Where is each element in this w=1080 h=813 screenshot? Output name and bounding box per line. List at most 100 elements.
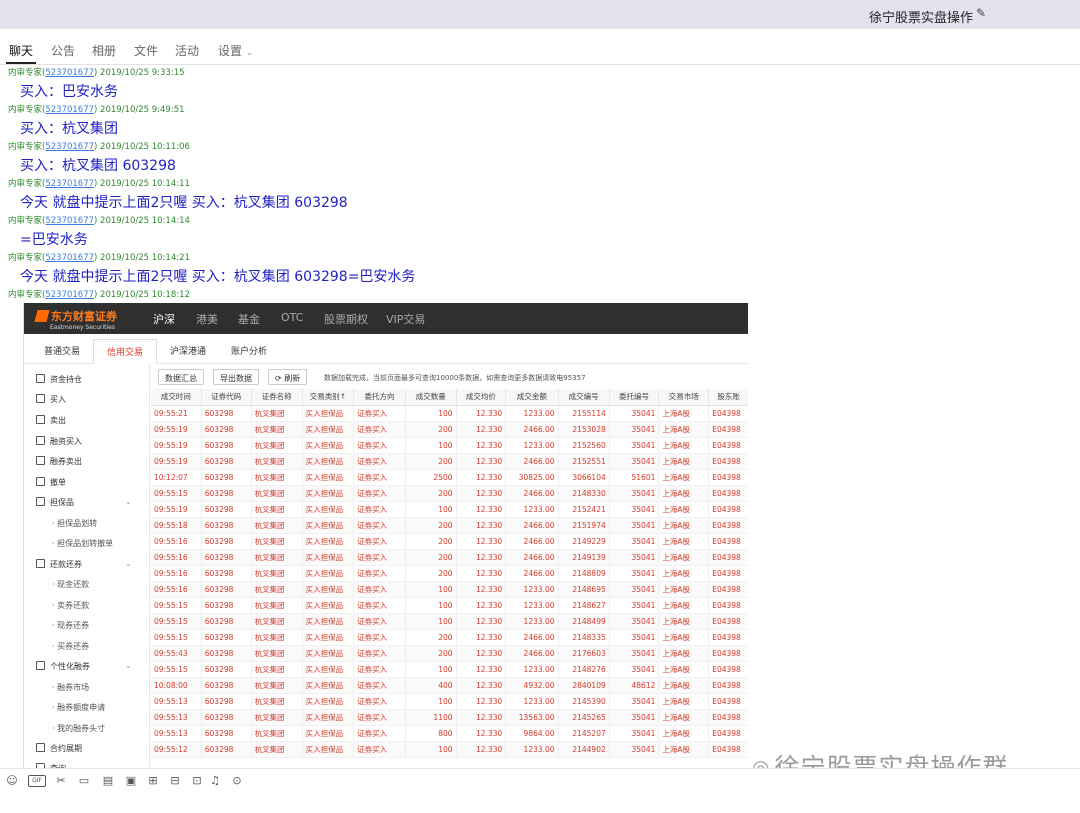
table-cell: 09:55:15	[151, 485, 202, 502]
table-cell: 35041	[609, 693, 660, 710]
more-icon[interactable]: ⊙	[231, 775, 243, 787]
table-cell: 上海A股	[658, 549, 710, 566]
sender-qq-link[interactable]: 523701677	[45, 216, 94, 226]
nav-options: 股票期权	[324, 313, 368, 326]
column-header: 证券名称	[251, 389, 303, 406]
table-cell: 上海A股	[658, 453, 710, 470]
table-cell: 12.330	[456, 565, 507, 582]
table-cell: 证券买入	[353, 629, 406, 646]
sender-qq-link[interactable]: 523701677	[45, 68, 94, 78]
tab-chat[interactable]: 聊天	[9, 42, 33, 59]
tab-settings[interactable]: 设置 ⌄	[218, 42, 253, 59]
table-cell: 603298	[201, 485, 252, 502]
table-cell: 上海A股	[658, 405, 710, 422]
table-cell: 35041	[609, 485, 660, 502]
table-cell: E04398	[708, 501, 748, 518]
smile-icon[interactable]: ☺	[6, 775, 18, 787]
table-cell: 证券买入	[353, 453, 406, 470]
message-meta: 内审专家(523701677) 2019/10/25 10:14:11	[8, 179, 190, 189]
table-cell: 200	[405, 421, 457, 438]
sender-qq-link[interactable]: 523701677	[45, 142, 94, 152]
table-cell: 35041	[609, 741, 660, 758]
edit-pencil-icon[interactable]: ✎	[976, 6, 986, 20]
message-meta: 内审专家(523701677) 2019/10/25 10:11:06	[8, 142, 190, 152]
table-cell: 603298	[201, 437, 252, 454]
table-cell: 证券买入	[353, 581, 406, 598]
gif-icon[interactable]: GIF	[28, 775, 46, 787]
trading-screenshot-image[interactable]: 东方财富证券 Eastmoney Securities 沪深 港美 基金 OTC …	[23, 303, 748, 768]
table-cell: 上海A股	[658, 709, 710, 726]
table-cell: 买入担保品	[302, 549, 355, 566]
side-subitem: · 现券还券	[52, 621, 90, 630]
table-cell: 12.330	[456, 485, 507, 502]
table-cell: 2148499	[558, 613, 610, 630]
table-row: 09:55:13 603298 杭叉集团 买入担保品 证券买入 800 12.330 9864…	[151, 725, 748, 742]
clipboard-icon[interactable]: ⊡	[191, 775, 203, 787]
margin-buy-icon	[36, 436, 45, 445]
chevron-down-icon: ⌄	[125, 661, 132, 670]
table-cell: 杭叉集团	[251, 485, 303, 502]
tab-activities[interactable]: 活动	[175, 42, 199, 59]
table-header-row: 成交时间 证券代码 证券名称 交易类别↑ 委托方向 成交数量 成交均价 成交金额 成交编号 委托编…	[151, 389, 748, 406]
book-icon[interactable]: ▤	[102, 775, 114, 787]
table-cell: E04398	[708, 693, 748, 710]
message-meta: 内审专家(523701677) 2019/10/25 10:14:21	[8, 253, 190, 263]
table-cell: 上海A股	[658, 565, 710, 582]
tab-files[interactable]: 文件	[134, 42, 158, 59]
table-cell: 2466.00	[505, 517, 559, 534]
sender-qq-link[interactable]: 523701677	[45, 290, 94, 300]
folder-icon[interactable]: ▭	[78, 775, 90, 787]
table-cell: 买入担保品	[302, 677, 355, 694]
table-cell: 上海A股	[658, 613, 710, 630]
tab-album[interactable]: 相册	[92, 42, 116, 59]
table-cell: 12.330	[456, 693, 507, 710]
sender-qq-link[interactable]: 523701677	[45, 179, 94, 189]
tab-announcements[interactable]: 公告	[51, 42, 75, 59]
table-cell: E04398	[708, 437, 748, 454]
column-header: 成交数量	[405, 389, 457, 406]
table-cell: 200	[405, 645, 457, 662]
table-cell: 2148276	[558, 661, 610, 678]
table-cell: 证券买入	[353, 501, 406, 518]
bell-icon[interactable]: ♫	[209, 775, 221, 787]
table-cell: E04398	[708, 645, 748, 662]
table-cell: 2145207	[558, 725, 610, 742]
table-row: 09:55:15 603298 杭叉集团 买入担保品 证券买入 100 12.330 1233…	[151, 661, 748, 678]
bag-icon[interactable]: ⊞	[147, 775, 159, 787]
nav-otc: OTC	[281, 311, 304, 324]
table-cell: 100	[405, 613, 457, 630]
table-cell: 09:55:15	[151, 661, 202, 678]
table-cell: 200	[405, 565, 457, 582]
table-cell: 603298	[201, 549, 252, 566]
table-cell: 35041	[609, 549, 660, 566]
table-cell: 杭叉集团	[251, 581, 303, 598]
table-cell: 603298	[201, 645, 252, 662]
table-cell: 12.330	[456, 597, 507, 614]
table-cell: 603298	[201, 661, 252, 678]
image-icon[interactable]: ▣	[125, 775, 137, 787]
gift-icon[interactable]: ⊟	[169, 775, 181, 787]
table-cell: 12.330	[456, 437, 507, 454]
table-cell: E04398	[708, 741, 748, 758]
table-cell: E04398	[708, 709, 748, 726]
table-cell: 35041	[609, 613, 660, 630]
table-cell: E04398	[708, 453, 748, 470]
table-cell: 12.330	[456, 517, 507, 534]
side-subitem: · 现金还款	[52, 580, 90, 589]
table-cell: E04398	[708, 581, 748, 598]
table-cell: 2466.00	[505, 485, 559, 502]
table-cell: 09:55:15	[151, 613, 202, 630]
table-cell: 买入担保品	[302, 405, 355, 422]
sender-qq-link[interactable]: 523701677	[45, 105, 94, 115]
table-cell: E04398	[708, 613, 748, 630]
side-item: 买入	[36, 394, 66, 405]
table-cell: 09:55:16	[151, 533, 202, 550]
message-meta: 内审专家(523701677) 2019/10/25 10:18:12	[8, 290, 190, 300]
subtab-connect: 沪深港通	[170, 347, 207, 357]
side-subitem: · 融券额度申请	[52, 703, 106, 712]
wallet-icon	[36, 374, 45, 383]
trade-records-table: 成交时间 证券代码 证券名称 交易类别↑ 委托方向 成交数量 成交均价 成交金额 成交编号 委托编…	[151, 389, 748, 768]
sender-qq-link[interactable]: 523701677	[45, 253, 94, 263]
group-title[interactable]: 徐宁股票实盘操作	[869, 7, 973, 26]
scissors-icon[interactable]: ✂	[55, 775, 67, 787]
